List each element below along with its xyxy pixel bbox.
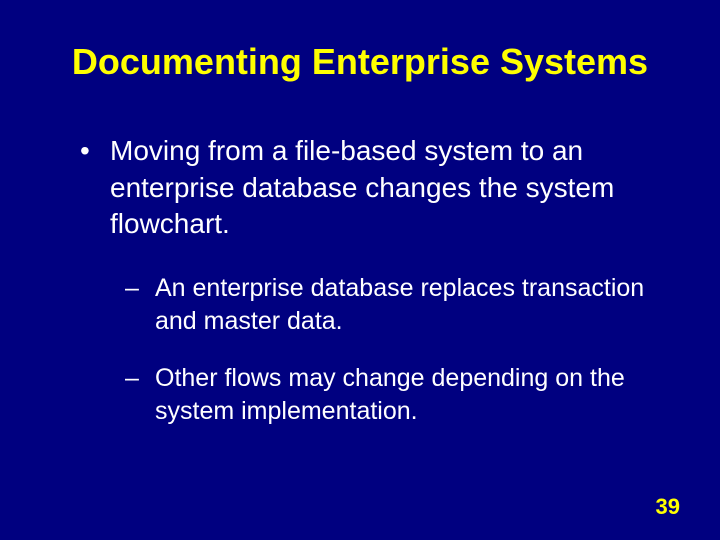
slide-title: Documenting Enterprise Systems (30, 40, 690, 83)
slide: Documenting Enterprise Systems Moving fr… (0, 0, 720, 540)
sub-bullet-item: An enterprise database replaces transact… (125, 272, 690, 337)
page-number: 39 (656, 494, 680, 520)
sub-bullet-item: Other flows may change depending on the … (125, 362, 690, 427)
main-bullet: Moving from a file-based system to an en… (80, 133, 690, 242)
